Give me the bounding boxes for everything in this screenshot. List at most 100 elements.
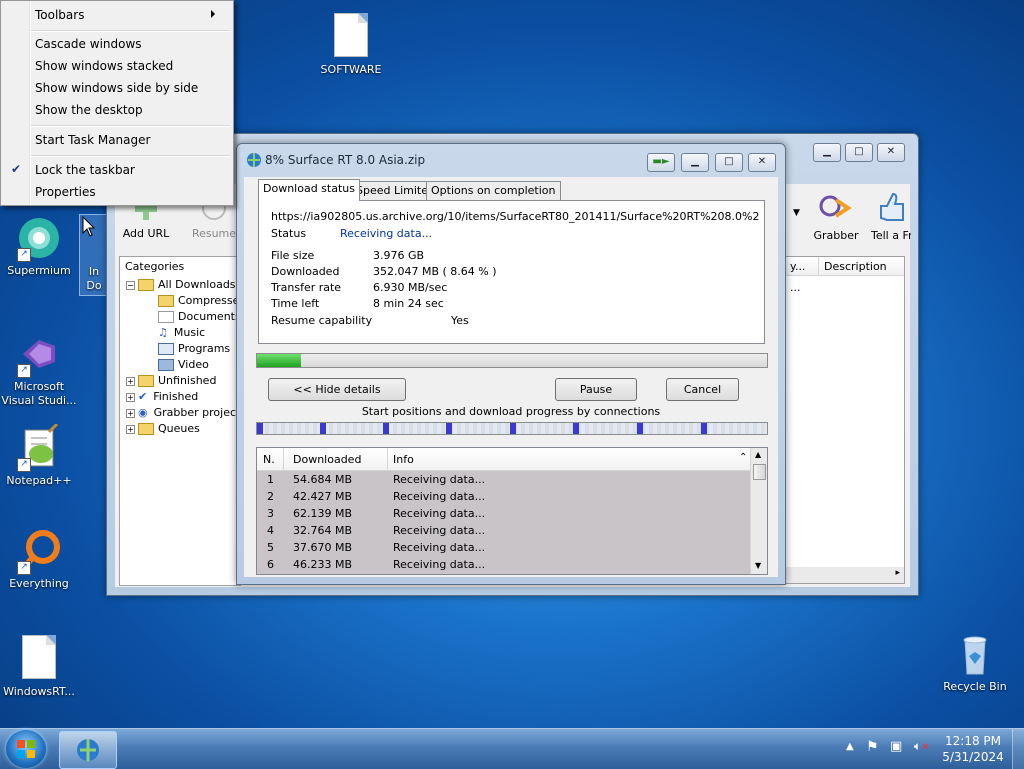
grabber-icon bbox=[819, 195, 852, 218]
taskbar[interactable]: ▲ ⚑ ▣ 🔈︎✕ 12:18 PM 5/31/2024 bbox=[0, 728, 1024, 769]
menu-item-show-the-desktop[interactable]: Show the desktop bbox=[35, 100, 143, 120]
tree-item-queues[interactable]: + Queues bbox=[126, 421, 200, 437]
tree-item-compressed[interactable]: Compresse bbox=[158, 293, 239, 309]
add-url-label: Add URL bbox=[122, 227, 170, 240]
close-button[interactable]: ✕ bbox=[877, 143, 905, 162]
shortcut-arrow-icon: ↗ bbox=[17, 561, 31, 575]
categories-panel: Categories − All Downloads Compresse Docu… bbox=[119, 256, 241, 586]
tree-item-programs[interactable]: Programs bbox=[158, 341, 230, 357]
column-header-downloaded[interactable]: Downloaded bbox=[293, 453, 361, 466]
desktop-icon-windowsrt[interactable]: WindowsRT... bbox=[1, 632, 77, 699]
desktop-icon-software[interactable]: SOFTWARE bbox=[313, 10, 389, 77]
resume-capability-label: Resume capability bbox=[271, 314, 373, 327]
tree-item-documents[interactable]: Documents bbox=[158, 309, 240, 325]
table-row[interactable]: 3 62.139 MB Receiving data... bbox=[257, 505, 748, 522]
table-row[interactable]: 5 37.670 MB Receiving data... bbox=[257, 539, 748, 556]
grabber-button[interactable]: Grabber bbox=[810, 190, 862, 242]
column-header-n[interactable]: N. bbox=[263, 453, 275, 466]
tab-download-status[interactable]: Download status bbox=[258, 179, 360, 201]
menu-item-lock-the-taskbar[interactable]: Lock the taskbar bbox=[35, 160, 135, 180]
download-progress-dialog[interactable]: 8% Surface RT 8.0 Asia.zip ▬► ▁ □ ✕ Down… bbox=[236, 143, 786, 585]
dialog-client-area: Download status Speed Limiter Options on… bbox=[244, 177, 778, 577]
tree-label: Grabber projec bbox=[153, 406, 237, 419]
tree-item-unfinished[interactable]: + Unfinished bbox=[126, 373, 216, 389]
tab-label: Options on completion bbox=[431, 184, 556, 197]
list-item[interactable]: ... bbox=[790, 281, 801, 294]
list-header-description[interactable]: Description bbox=[824, 260, 887, 273]
connection-marker bbox=[383, 423, 389, 434]
mouse-cursor-icon bbox=[82, 216, 96, 237]
scroll-down-icon[interactable]: ▼ bbox=[755, 561, 761, 570]
tree-item-video[interactable]: Video bbox=[158, 357, 209, 373]
tree-item-grabber-projects[interactable]: + ◉ Grabber projec bbox=[126, 405, 236, 421]
connection-marker bbox=[320, 423, 326, 434]
scroll-right-icon[interactable]: ▸ bbox=[895, 568, 900, 578]
maximize-button[interactable]: □ bbox=[845, 143, 873, 162]
recycle-bin-icon bbox=[963, 636, 987, 675]
menu-item-show-windows-stacked[interactable]: Show windows stacked bbox=[35, 56, 173, 76]
desktop-icon-visual-studio[interactable]: ↗ Microsoft Visual Studi... bbox=[1, 330, 77, 408]
cancel-button[interactable]: Cancel bbox=[666, 378, 739, 401]
table-row[interactable]: 2 42.427 MB Receiving data... bbox=[257, 488, 748, 505]
tree-label: Video bbox=[178, 358, 209, 371]
desktop-icon-everything[interactable]: ↗ Everything bbox=[1, 527, 77, 591]
menu-item-properties[interactable]: Properties bbox=[35, 182, 96, 202]
minimize-button[interactable]: ▁ bbox=[813, 143, 841, 162]
minimize-to-tray-button[interactable]: ▬► bbox=[647, 153, 675, 172]
hide-details-button[interactable]: << Hide details bbox=[268, 378, 406, 401]
file-size-label: File size bbox=[271, 249, 315, 262]
volume-muted-icon[interactable]: 🔈︎✕ bbox=[914, 739, 930, 754]
vertical-scrollbar[interactable]: ▲ ▼ bbox=[750, 448, 767, 574]
tree-label: All Downloads bbox=[158, 278, 236, 291]
desktop-icon-recycle-bin[interactable]: Recycle Bin bbox=[937, 630, 1013, 694]
tree-label: Compresse bbox=[178, 294, 240, 307]
grabber-label: Grabber bbox=[813, 229, 859, 242]
connections-rows: 1 54.684 MB Receiving data... 2 42.427 MB Re… bbox=[257, 471, 750, 574]
downloads-list[interactable]: y... Description ... ▸ bbox=[785, 256, 905, 584]
connections-table[interactable]: N. Downloaded Info ⌃ 1 54.684 MB Receiving… bbox=[256, 447, 768, 575]
close-button[interactable]: ✕ bbox=[748, 153, 776, 172]
taskbar-button-idm[interactable] bbox=[59, 731, 117, 769]
show-desktop-button[interactable] bbox=[1012, 729, 1024, 769]
tree-item-all-downloads[interactable]: − All Downloads bbox=[126, 277, 236, 293]
download-progress-bar bbox=[256, 353, 768, 368]
start-button[interactable] bbox=[6, 730, 46, 768]
pause-button[interactable]: Pause bbox=[555, 378, 637, 401]
desktop-icon-notepadpp[interactable]: ↗ Notepad++ bbox=[1, 422, 77, 488]
menu-item-toolbars[interactable]: Toolbars bbox=[35, 5, 225, 25]
scroll-thumb[interactable] bbox=[753, 464, 766, 480]
toolbar-dropdown-arrow[interactable]: ▼ bbox=[793, 208, 800, 218]
menu-item-show-windows-side-by-side[interactable]: Show windows side by side bbox=[35, 78, 198, 98]
tab-options-on-completion[interactable]: Options on completion bbox=[426, 181, 561, 200]
show-hidden-icons-button[interactable]: ▲ bbox=[846, 741, 854, 752]
menu-item-cascade-windows[interactable]: Cascade windows bbox=[35, 34, 142, 54]
menu-item-start-task-manager[interactable]: Start Task Manager bbox=[35, 130, 150, 150]
minimize-button[interactable]: ▁ bbox=[681, 153, 709, 172]
action-center-flag-icon[interactable]: ⚑ bbox=[866, 739, 879, 755]
music-icon: ♫ bbox=[158, 326, 168, 339]
taskbar-context-menu[interactable]: Toolbars Cascade windows Show windows st… bbox=[0, 0, 234, 206]
tell-a-friend-button[interactable]: Tell a Fri bbox=[871, 190, 911, 242]
tree-label: Queues bbox=[158, 422, 200, 435]
scroll-up-icon[interactable]: ▲ bbox=[755, 450, 761, 459]
tree-item-finished[interactable]: + ✔ Finished bbox=[126, 389, 198, 405]
clock-time: 12:18 PM bbox=[945, 734, 1001, 748]
column-header-info[interactable]: Info bbox=[393, 453, 414, 466]
clock[interactable]: 12:18 PM 5/31/2024 bbox=[940, 733, 1006, 765]
categories-title: Categories bbox=[125, 260, 185, 273]
network-icon[interactable]: ▣ bbox=[890, 739, 902, 754]
maximize-button[interactable]: □ bbox=[715, 153, 743, 172]
progress-fill bbox=[257, 354, 302, 367]
horizontal-scrollbar[interactable]: ▸ bbox=[786, 567, 904, 583]
list-header-column[interactable]: y... bbox=[790, 260, 805, 273]
table-row[interactable]: 1 54.684 MB Receiving data... bbox=[257, 471, 748, 488]
table-row[interactable]: 6 46.233 MB Receiving data... bbox=[257, 556, 748, 573]
downloaded-value: 352.047 MB ( 8.64 % ) bbox=[373, 265, 497, 278]
table-row[interactable]: 4 32.764 MB Receiving data... bbox=[257, 522, 748, 539]
tab-speed-limiter[interactable]: Speed Limiter bbox=[351, 181, 438, 200]
desktop-icon-supermium[interactable]: ↗ Supermium bbox=[1, 214, 77, 278]
status-label: Status bbox=[271, 227, 307, 240]
connections-caption: Start positions and download progress by… bbox=[361, 405, 661, 418]
tree-item-music[interactable]: ♫ Music bbox=[158, 325, 205, 341]
grabber-project-icon: ◉ bbox=[138, 406, 148, 419]
